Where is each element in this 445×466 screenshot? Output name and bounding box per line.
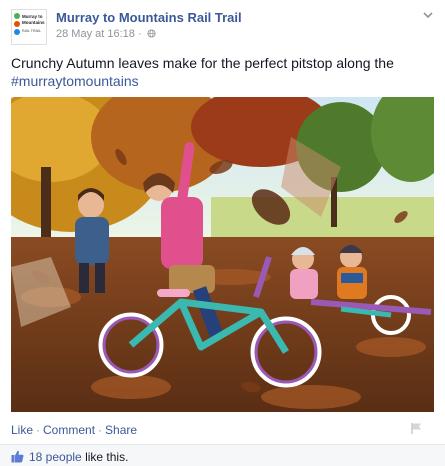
- meta-separator: ·: [137, 28, 142, 40]
- likes-suffix: like this.: [85, 450, 129, 464]
- chevron-down-icon[interactable]: [421, 8, 435, 22]
- like-link[interactable]: Like: [11, 423, 33, 437]
- likes-text: 18 people like this.: [29, 450, 128, 464]
- thumbs-up-icon: [11, 450, 24, 463]
- post-meta: 28 May at 16:18 ·: [56, 28, 156, 40]
- avatar-text-3: RAIL TRAIL: [22, 29, 41, 33]
- comment-link[interactable]: Comment: [43, 423, 95, 437]
- page-name-link[interactable]: Murray to Mountains Rail Trail: [56, 10, 242, 25]
- likes-summary: 18 people like this.: [0, 444, 445, 466]
- action-separator: ·: [98, 423, 103, 437]
- page-avatar[interactable]: Murray to Mountains RAIL TRAIL: [11, 9, 47, 45]
- page-logo: Murray to Mountains RAIL TRAIL: [12, 10, 46, 44]
- avatar-text-2: Mountains: [22, 20, 45, 25]
- post-timestamp[interactable]: 28 May at 16:18: [56, 28, 135, 40]
- action-separator: ·: [36, 423, 41, 437]
- post-card: Murray to Mountains RAIL TRAIL Murray to…: [0, 0, 445, 466]
- post-message: Crunchy Autumn leaves make for the perfe…: [11, 55, 394, 71]
- post-actions: Like · Comment · Share: [11, 423, 137, 437]
- post-text: Crunchy Autumn leaves make for the perfe…: [11, 54, 431, 90]
- post-photo[interactable]: [11, 97, 434, 412]
- likes-count-link[interactable]: 18 people: [29, 450, 82, 464]
- photo-illustration: [11, 97, 434, 412]
- avatar-text-1: Murray to: [22, 14, 43, 19]
- share-link[interactable]: Share: [105, 423, 137, 437]
- public-globe-icon[interactable]: [147, 29, 156, 38]
- flag-icon[interactable]: [411, 422, 423, 435]
- hashtag-link[interactable]: #murraytomountains: [11, 73, 139, 89]
